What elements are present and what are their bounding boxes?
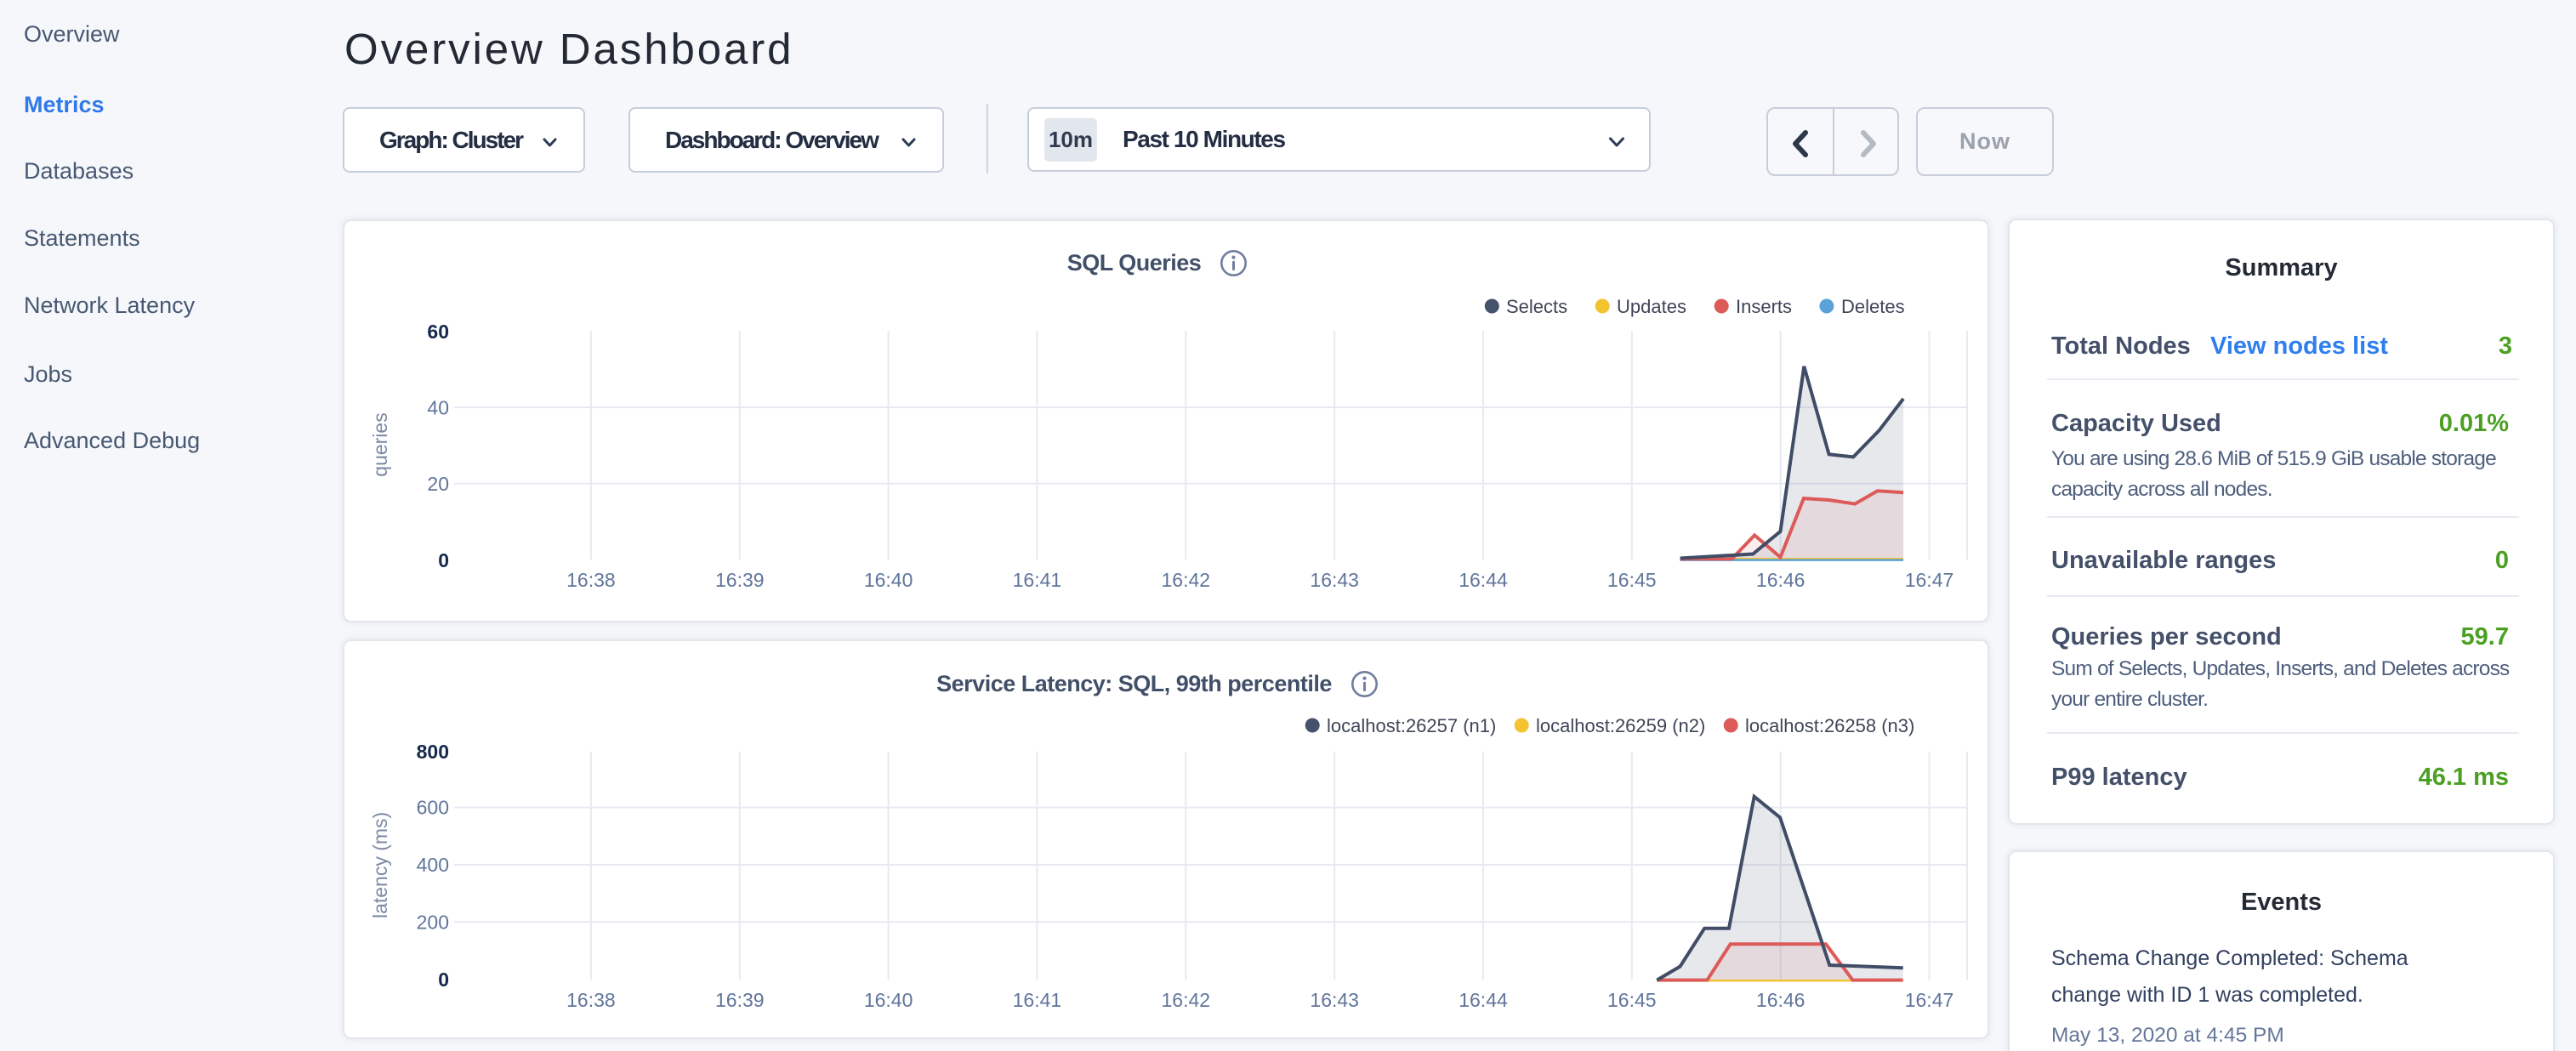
svg-text:Updates: Updates	[1617, 296, 1686, 317]
svg-text:0: 0	[438, 969, 449, 991]
svg-text:16:38: 16:38	[566, 569, 616, 591]
svg-text:localhost:26259 (n2): localhost:26259 (n2)	[1536, 715, 1705, 736]
svg-text:16:47: 16:47	[1905, 989, 1954, 1011]
svg-text:16:38: 16:38	[566, 989, 616, 1011]
svg-text:20: 20	[427, 473, 449, 495]
svg-text:0: 0	[438, 549, 449, 571]
svg-text:60: 60	[427, 321, 449, 343]
svg-text:16:41: 16:41	[1013, 569, 1062, 591]
svg-text:40: 40	[427, 397, 449, 419]
svg-text:800: 800	[417, 741, 449, 763]
svg-text:16:44: 16:44	[1459, 989, 1508, 1011]
svg-text:16:43: 16:43	[1310, 569, 1359, 591]
svg-text:200: 200	[417, 911, 449, 933]
svg-text:16:41: 16:41	[1013, 989, 1062, 1011]
svg-text:16:42: 16:42	[1162, 569, 1211, 591]
svg-text:16:39: 16:39	[715, 989, 765, 1011]
svg-text:localhost:26257 (n1): localhost:26257 (n1)	[1327, 715, 1496, 736]
svg-text:600: 600	[417, 797, 449, 819]
svg-text:queries: queries	[369, 412, 391, 476]
svg-text:Inserts: Inserts	[1736, 296, 1792, 317]
svg-text:16:45: 16:45	[1607, 989, 1657, 1011]
svg-text:16:44: 16:44	[1459, 569, 1508, 591]
svg-text:16:40: 16:40	[864, 989, 913, 1011]
svg-text:latency (ms): latency (ms)	[369, 812, 391, 918]
svg-text:Deletes: Deletes	[1841, 296, 1905, 317]
svg-text:Selects: Selects	[1506, 296, 1567, 317]
svg-text:localhost:26258 (n3): localhost:26258 (n3)	[1745, 715, 1914, 736]
svg-text:16:47: 16:47	[1905, 569, 1954, 591]
svg-text:16:46: 16:46	[1756, 989, 1805, 1011]
svg-text:400: 400	[417, 854, 449, 876]
svg-text:16:43: 16:43	[1310, 989, 1359, 1011]
svg-text:16:39: 16:39	[715, 569, 765, 591]
svg-text:16:46: 16:46	[1756, 569, 1805, 591]
svg-text:16:42: 16:42	[1162, 989, 1211, 1011]
svg-text:16:45: 16:45	[1607, 569, 1657, 591]
svg-text:16:40: 16:40	[864, 569, 913, 591]
